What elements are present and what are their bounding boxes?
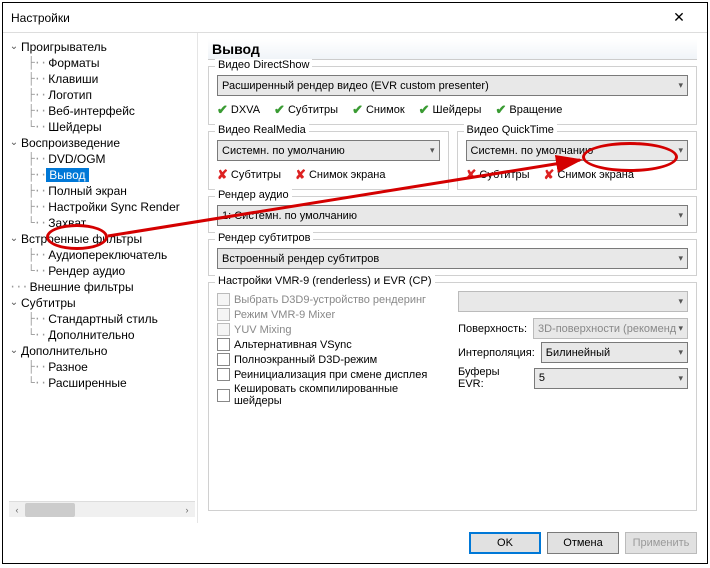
page-title: Вывод xyxy=(208,39,697,60)
legend-qt: Видео QuickTime xyxy=(464,124,557,136)
cb-yuv xyxy=(217,323,230,336)
qt-feat-subs: ✘Субтитры xyxy=(466,167,530,183)
group-subs: Рендер субтитров Встроенный рендер субти… xyxy=(208,239,697,276)
rm-feat-subs: ✘Субтитры xyxy=(217,167,281,183)
cb-vsync[interactable] xyxy=(217,338,230,351)
chevron-down-icon: ▾ xyxy=(678,323,683,334)
rm-renderer-combo[interactable]: Системн. по умолчанию▾ xyxy=(217,140,440,161)
tree-misc[interactable]: ├·· Разное xyxy=(9,359,195,375)
scroll-left-icon[interactable]: ‹ xyxy=(9,502,25,518)
tree-subtitles[interactable]: ⌄Субтитры xyxy=(9,295,195,311)
tree-shaders[interactable]: └·· Шейдеры xyxy=(9,119,195,135)
tree-advanced[interactable]: ⌄Дополнительно xyxy=(9,343,195,359)
settings-tree[interactable]: ⌄Проигрыватель ├·· Форматы ├·· Клавиши ├… xyxy=(3,33,198,523)
scroll-thumb[interactable] xyxy=(25,503,75,517)
label-buffers: Буферы EVR: xyxy=(458,366,528,390)
rm-feat-snap: ✘Снимок экрана xyxy=(295,167,385,183)
tree-formats[interactable]: ├·· Форматы xyxy=(9,55,195,71)
tree-internal-filters[interactable]: ⌄Встроенные фильтры xyxy=(9,231,195,247)
legend-audio: Рендер аудио xyxy=(215,189,292,201)
tree-ext[interactable]: └·· Расширенные xyxy=(9,375,195,391)
cb-cache[interactable] xyxy=(217,389,230,402)
feat-shaders: ✔Шейдеры xyxy=(419,102,482,118)
feat-subs: ✔Субтитры xyxy=(274,102,338,118)
cancel-button[interactable]: Отмена xyxy=(547,532,619,554)
tree-sync[interactable]: ├·· Настройки Sync Render xyxy=(9,199,195,215)
tree-keys[interactable]: ├·· Клавиши xyxy=(9,71,195,87)
cb-d3d-fs[interactable] xyxy=(217,353,230,366)
tree-fullscreen[interactable]: ├·· Полный экран xyxy=(9,183,195,199)
tree-sub-extra[interactable]: └·· Дополнительно xyxy=(9,327,195,343)
tree-dvd[interactable]: ├·· DVD/OGM xyxy=(9,151,195,167)
tree-playback[interactable]: ⌄Воспроизведение xyxy=(9,135,195,151)
surface-combo: 3D-поверхности (рекоменд▾ xyxy=(533,318,688,339)
group-vmr: Настройки VMR-9 (renderless) и EVR (CP) … xyxy=(208,282,697,511)
apply-button: Применить xyxy=(625,532,697,554)
window-title: Настройки xyxy=(11,11,70,25)
legend-vmr: Настройки VMR-9 (renderless) и EVR (CP) xyxy=(215,275,435,287)
cross-icon: ✘ xyxy=(217,167,228,183)
check-icon: ✔ xyxy=(217,102,228,118)
tree-web[interactable]: ├·· Веб-интерфейс xyxy=(9,103,195,119)
tree-audio-switch[interactable]: ├·· Аудиопереключатель xyxy=(9,247,195,263)
subs-renderer-combo[interactable]: Встроенный рендер субтитров▾ xyxy=(217,248,688,269)
tree-external-filters[interactable]: ··· Внешние фильтры xyxy=(9,279,195,295)
cb-vmr9-mixer xyxy=(217,308,230,321)
d3d9-device-combo: ▾ xyxy=(458,291,688,312)
ok-button[interactable]: OK xyxy=(469,532,541,554)
tree-sub-style[interactable]: ├·· Стандартный стиль xyxy=(9,311,195,327)
chevron-down-icon: ▾ xyxy=(678,80,683,91)
cross-icon: ✘ xyxy=(466,167,477,183)
cross-icon: ✘ xyxy=(295,167,306,183)
ds-renderer-combo[interactable]: Расширенный рендер видео (EVR custom pre… xyxy=(217,75,688,96)
check-icon: ✔ xyxy=(419,102,430,118)
check-icon: ✔ xyxy=(274,102,285,118)
chevron-down-icon: ▾ xyxy=(678,210,683,221)
chevron-down-icon: ▾ xyxy=(678,347,683,358)
legend-rm: Видео RealMedia xyxy=(215,124,309,136)
tree-audio-render[interactable]: └·· Рендер аудио xyxy=(9,263,195,279)
feat-dxva: ✔DXVA xyxy=(217,102,260,118)
feat-snap: ✔Снимок xyxy=(352,102,405,118)
legend-ds: Видео DirectShow xyxy=(215,59,312,71)
group-audio: Рендер аудио 1: Системн. по умолчанию▾ xyxy=(208,196,697,233)
tree-capture[interactable]: └·· Захват xyxy=(9,215,195,231)
chevron-down-icon: ▾ xyxy=(678,373,683,384)
check-icon: ✔ xyxy=(352,102,363,118)
interp-combo[interactable]: Билинейный▾ xyxy=(541,342,688,363)
chevron-down-icon: ▾ xyxy=(430,145,435,156)
qt-renderer-combo[interactable]: Системн. по умолчанию▾ xyxy=(466,140,689,161)
qt-feat-snap: ✘Снимок экрана xyxy=(544,167,634,183)
buffers-combo[interactable]: 5▾ xyxy=(534,368,688,389)
feat-rotation: ✔Вращение xyxy=(495,102,562,118)
tree-output[interactable]: ├·· Вывод xyxy=(9,167,195,183)
group-realmedia: Видео RealMedia Системн. по умолчанию▾ ✘… xyxy=(208,131,449,190)
close-button[interactable]: ✕ xyxy=(659,4,699,32)
legend-subs: Рендер субтитров xyxy=(215,232,313,244)
audio-renderer-combo[interactable]: 1: Системн. по умолчанию▾ xyxy=(217,205,688,226)
chevron-down-icon: ▾ xyxy=(678,253,683,264)
label-interp: Интерполяция: xyxy=(458,347,535,359)
tree-player[interactable]: ⌄Проигрыватель xyxy=(9,39,195,55)
check-icon: ✔ xyxy=(495,102,506,118)
cb-d3d9-device xyxy=(217,293,230,306)
cross-icon: ✘ xyxy=(544,167,555,183)
tree-scrollbar-h[interactable]: ‹ › xyxy=(9,501,195,517)
tree-logo[interactable]: ├·· Логотип xyxy=(9,87,195,103)
group-directshow: Видео DirectShow Расширенный рендер виде… xyxy=(208,66,697,125)
chevron-down-icon: ▾ xyxy=(678,296,683,307)
chevron-down-icon: ▾ xyxy=(678,145,683,156)
group-quicktime: Видео QuickTime Системн. по умолчанию▾ ✘… xyxy=(457,131,698,190)
scroll-right-icon[interactable]: › xyxy=(179,502,195,518)
label-surface: Поверхность: xyxy=(458,323,527,335)
cb-reinit[interactable] xyxy=(217,368,230,381)
